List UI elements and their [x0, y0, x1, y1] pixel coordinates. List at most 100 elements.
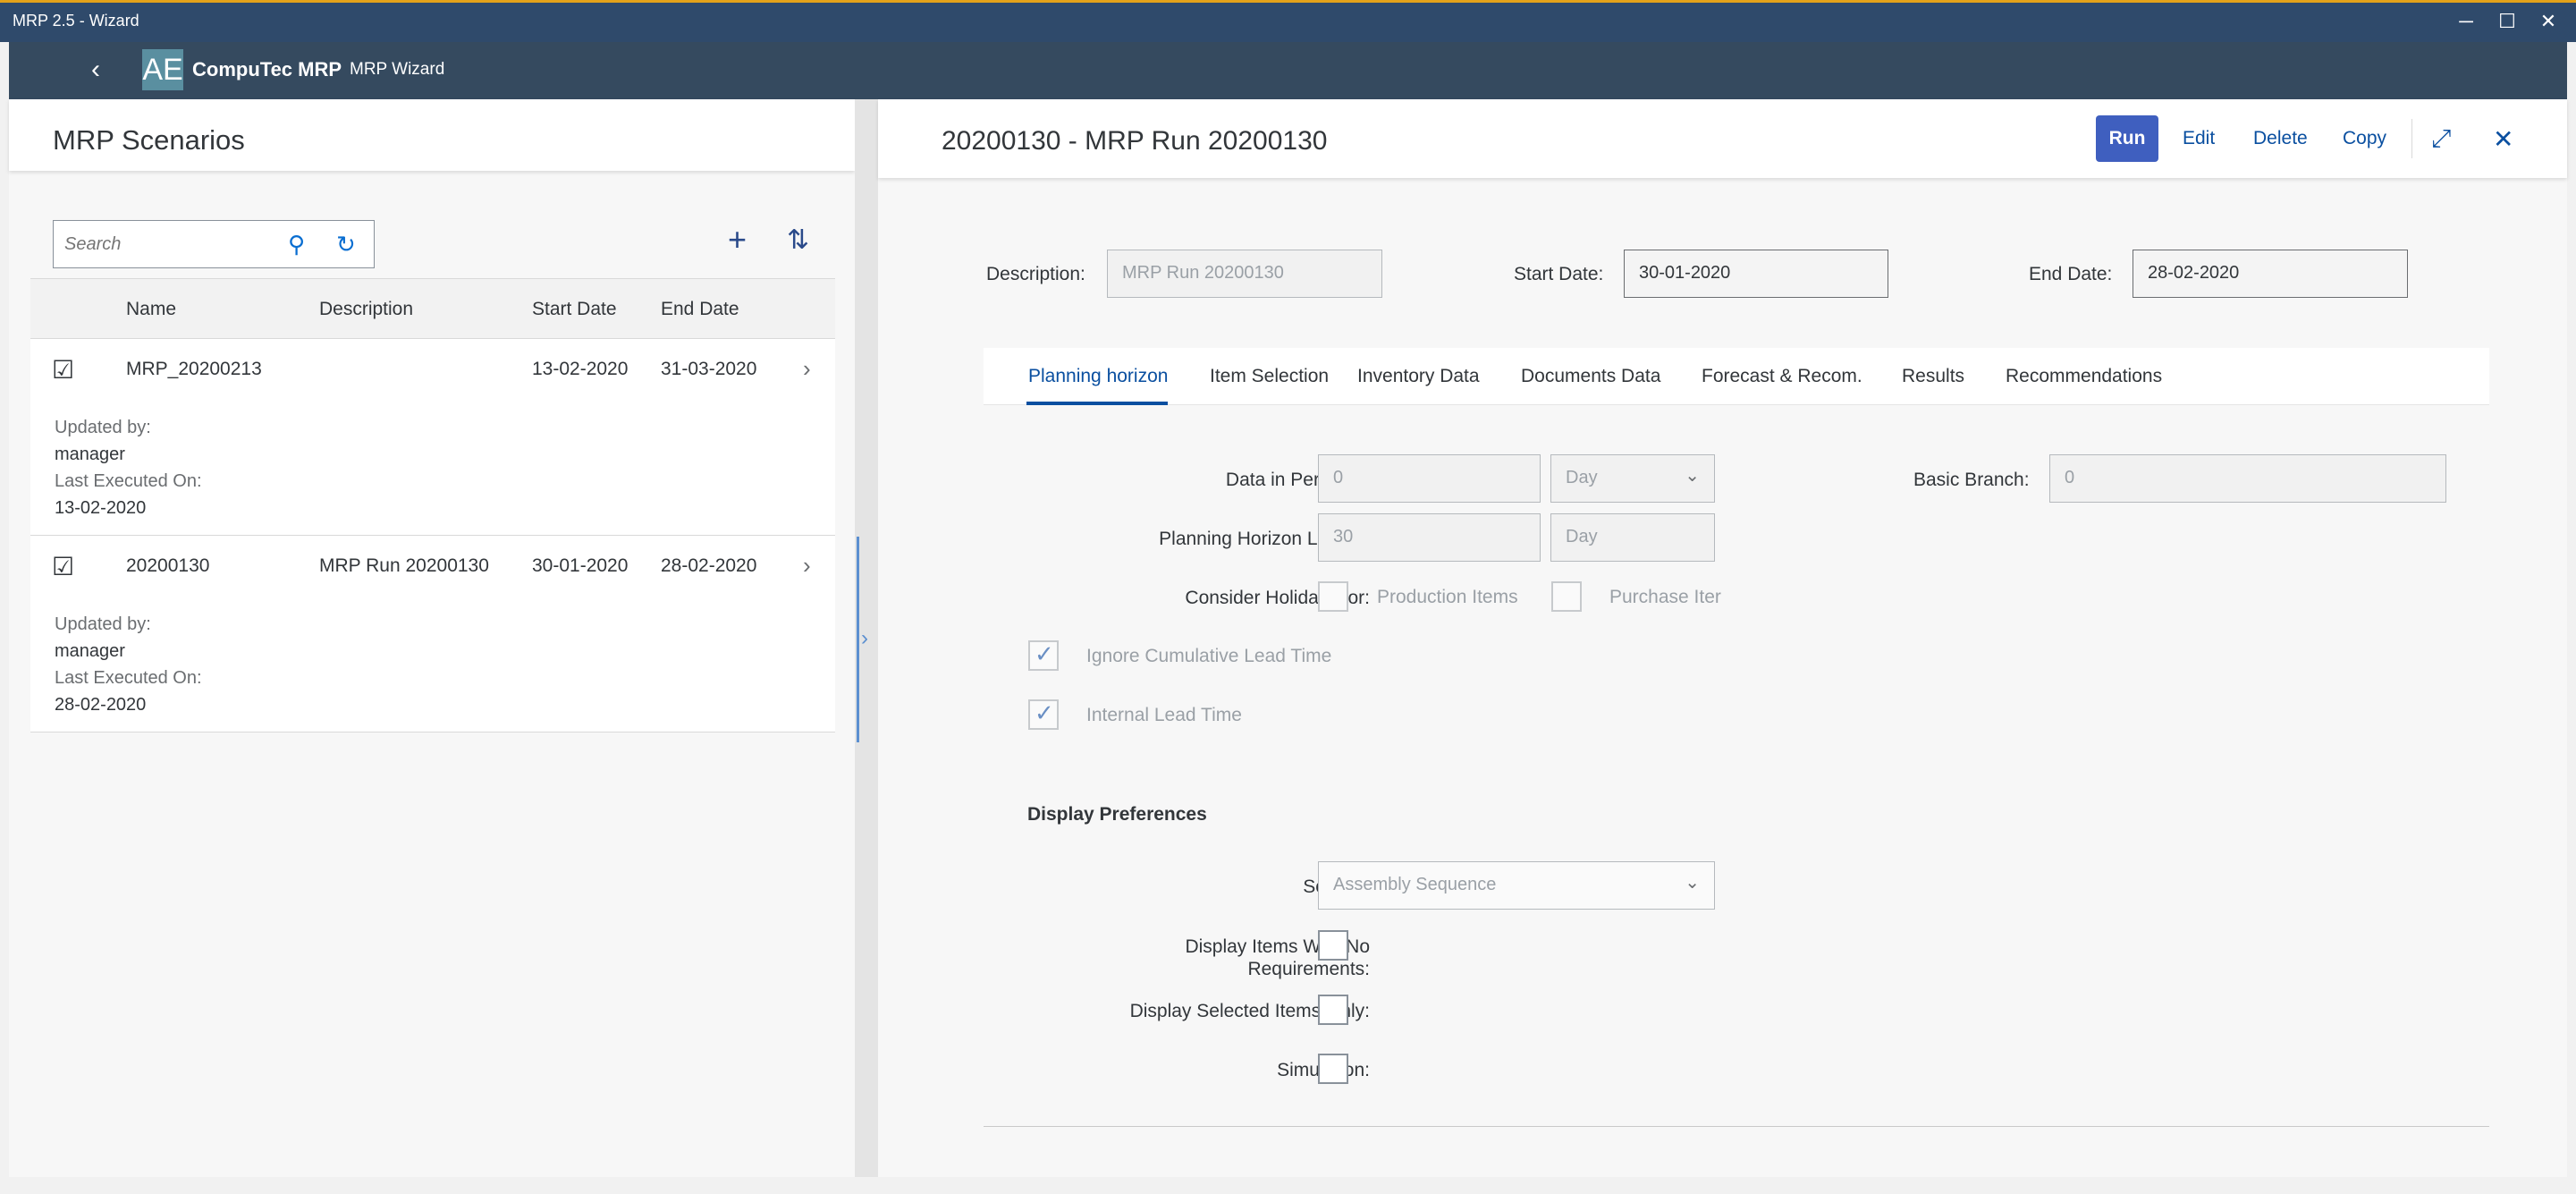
scenarios-pane: MRP Scenarios ⚲ ↻ + ⇅ Name Description S… — [9, 99, 855, 1177]
start-date-field[interactable]: 30-01-2020 — [1624, 250, 1888, 298]
production-items-checkbox[interactable] — [1318, 581, 1348, 612]
close-window-icon[interactable]: ✕ — [2537, 8, 2560, 35]
purchase-items-label: Purchase Iter — [1609, 587, 1721, 607]
search-icon[interactable]: ⚲ — [288, 231, 305, 258]
detail-tabs: Planning horizon Item Selection Inventor… — [984, 348, 2489, 405]
simulation-checkbox[interactable] — [1318, 1054, 1348, 1084]
app-logo: AE — [142, 49, 183, 90]
ignore-cumulative-label: Ignore Cumulative Lead Time — [1086, 646, 1332, 666]
internal-lead-checkbox[interactable]: ✓ — [1028, 699, 1059, 730]
end-date-label: End Date: — [2029, 264, 2113, 284]
delete-button[interactable]: Delete — [2253, 128, 2308, 149]
tab-recommendations[interactable]: Recommendations — [2006, 366, 2162, 387]
row-description: MRP Run 20200130 — [319, 555, 489, 576]
no-requirements-checkbox[interactable] — [1318, 930, 1348, 961]
last-exec-label: Last Executed On: — [55, 668, 202, 688]
detail-title: 20200130 - MRP Run 20200130 — [942, 126, 1328, 156]
row-meta: Updated by: manager Last Executed On: 28… — [55, 611, 202, 718]
header-divider — [2411, 119, 2412, 158]
tab-documents-data[interactable]: Documents Data — [1521, 366, 1660, 387]
last-exec-value: 13-02-2020 — [55, 498, 147, 518]
updated-by-label: Updated by: — [55, 614, 151, 634]
scenarios-title: MRP Scenarios — [53, 124, 245, 156]
close-icon[interactable]: ✕ — [2493, 124, 2513, 154]
branch-label: Basic Branch: — [1913, 470, 2030, 490]
maximize-icon[interactable]: ☐ — [2496, 8, 2519, 35]
search-input[interactable] — [64, 232, 261, 257]
scenarios-header: MRP Scenarios — [9, 99, 855, 171]
branch-field: 0 — [2049, 454, 2446, 503]
sort-by-select[interactable]: Assembly Sequence ⌄ — [1318, 861, 1715, 910]
horizon-field: 30 — [1318, 513, 1541, 562]
end-date-field[interactable]: 28-02-2020 — [2133, 250, 2408, 298]
scenarios-table: Name Description Start Date End Date ☑ M… — [30, 278, 835, 732]
window-titlebar: MRP 2.5 - Wizard ─ ☐ ✕ — [0, 0, 2576, 42]
detail-header: 20200130 - MRP Run 20200130 Run Edit Del… — [878, 99, 2567, 178]
row-check-icon[interactable]: ☑ — [52, 552, 74, 581]
search-box[interactable]: ⚲ ↻ — [53, 220, 375, 268]
sort-by-value: Assembly Sequence — [1333, 875, 1497, 894]
tab-forecast-recom[interactable]: Forecast & Recom. — [1702, 366, 1862, 387]
table-header: Name Description Start Date End Date — [30, 278, 835, 339]
internal-lead-label: Internal Lead Time — [1086, 705, 1242, 725]
updated-by-value: manager — [55, 641, 125, 661]
brand-name: CompuTec MRP — [192, 58, 342, 80]
periods-unit-select: Day ⌄ — [1550, 454, 1715, 503]
updated-by-value: manager — [55, 445, 125, 464]
fullscreen-icon[interactable]: ⤢ — [2431, 124, 2451, 154]
no-requirements-label-line2: Requirements: — [1247, 959, 1370, 979]
shell-bar: ‹ AE CompuTec MRP MRP Wizard — [9, 42, 2567, 99]
last-exec-label: Last Executed On: — [55, 471, 202, 491]
copy-button[interactable]: Copy — [2343, 128, 2386, 149]
window-title: MRP 2.5 - Wizard — [13, 12, 139, 30]
tab-results[interactable]: Results — [1902, 366, 1964, 387]
row-end: 28-02-2020 — [661, 555, 757, 576]
col-end-date[interactable]: End Date — [661, 299, 739, 320]
row-start: 30-01-2020 — [532, 555, 629, 576]
add-icon[interactable]: + — [728, 221, 747, 258]
col-name[interactable]: Name — [126, 299, 176, 320]
table-row[interactable]: ☑ MRP_20200213 13-02-2020 31-03-2020 › U… — [30, 339, 835, 536]
tab-inventory-data[interactable]: Inventory Data — [1357, 366, 1480, 387]
row-end: 31-03-2020 — [661, 359, 757, 379]
row-check-icon[interactable]: ☑ — [52, 355, 74, 385]
window-controls: ─ ☐ ✕ — [2454, 8, 2560, 35]
row-meta: Updated by: manager Last Executed On: 13… — [55, 414, 202, 521]
horizon-unit-field: Day — [1550, 513, 1715, 562]
tab-planning-horizon[interactable]: Planning horizon — [1028, 366, 1168, 387]
back-arrow-icon[interactable]: ‹ — [91, 55, 100, 85]
row-name: 20200130 — [126, 555, 210, 576]
periods-unit-value: Day — [1566, 468, 1598, 487]
run-button[interactable]: Run — [2096, 115, 2158, 162]
ignore-cumulative-checkbox[interactable]: ✓ — [1028, 640, 1059, 671]
last-exec-value: 28-02-2020 — [55, 695, 147, 715]
start-date-label: Start Date: — [1514, 264, 1604, 284]
selected-only-checkbox[interactable] — [1318, 995, 1348, 1025]
check-icon: ✓ — [1035, 640, 1054, 667]
production-items-label: Production Items — [1377, 587, 1518, 607]
col-description[interactable]: Description — [319, 299, 413, 320]
chevron-right-icon[interactable]: › — [861, 626, 868, 651]
selected-tab-indicator — [1026, 402, 1168, 405]
row-chevron-icon[interactable]: › — [803, 355, 811, 383]
table-row[interactable]: ☑ 20200130 MRP Run 20200130 30-01-2020 2… — [30, 536, 835, 732]
display-preferences-title: Display Preferences — [1027, 804, 1207, 825]
form-divider — [984, 1126, 2489, 1127]
col-start-date[interactable]: Start Date — [532, 299, 617, 320]
detail-pane: 20200130 - MRP Run 20200130 Run Edit Del… — [878, 99, 2567, 1177]
periods-field: 0 — [1318, 454, 1541, 503]
description-field: MRP Run 20200130 — [1107, 250, 1382, 298]
refresh-icon[interactable]: ↻ — [336, 231, 356, 258]
row-chevron-icon[interactable]: › — [803, 552, 811, 580]
collapse-handle[interactable]: › — [857, 537, 876, 742]
purchase-items-checkbox[interactable] — [1551, 581, 1582, 612]
updated-by-label: Updated by: — [55, 418, 151, 437]
check-icon: ✓ — [1035, 699, 1054, 726]
row-start: 13-02-2020 — [532, 359, 629, 379]
tab-item-selection[interactable]: Item Selection — [1210, 366, 1329, 387]
chevron-down-icon: ⌄ — [1685, 466, 1700, 486]
edit-button[interactable]: Edit — [2183, 128, 2215, 149]
sort-icon[interactable]: ⇅ — [787, 224, 809, 256]
description-label: Description: — [986, 264, 1085, 284]
minimize-icon[interactable]: ─ — [2454, 8, 2478, 35]
